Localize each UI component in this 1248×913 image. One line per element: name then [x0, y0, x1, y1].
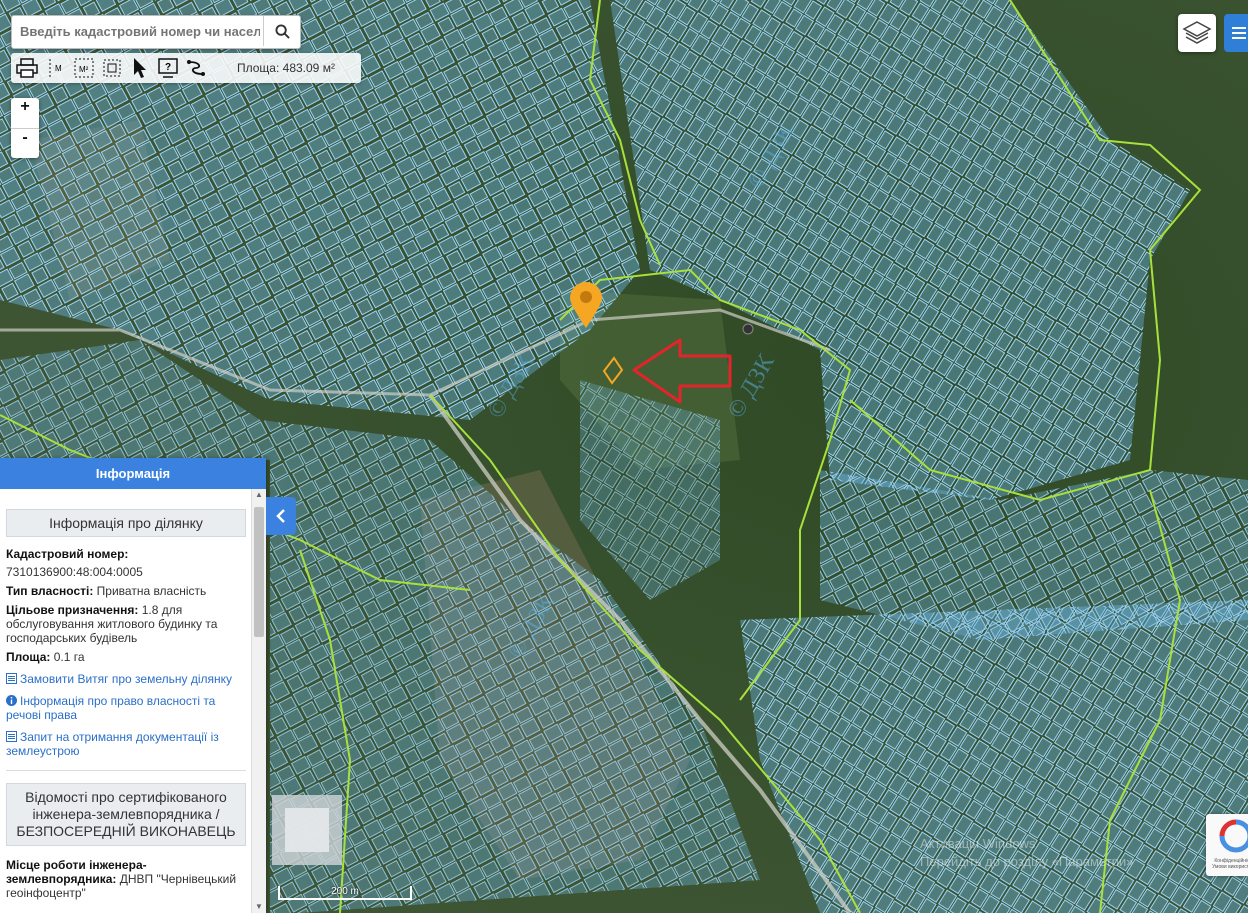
route-icon [187, 60, 205, 76]
measure-line-button[interactable]: M [43, 55, 69, 81]
pointer-button[interactable] [127, 55, 153, 81]
area-output: Площа: 483.09 м² [237, 61, 335, 75]
ownership-value: Приватна власність [96, 584, 207, 598]
select-area-button[interactable] [99, 55, 125, 81]
svg-text:?: ? [165, 62, 171, 73]
search-button[interactable] [263, 16, 300, 46]
menu-button[interactable] [1224, 14, 1248, 52]
recaptcha-icon [1219, 819, 1248, 853]
divider [6, 770, 246, 771]
search-box [11, 15, 301, 49]
scroll-thumb[interactable] [254, 507, 264, 637]
area-field: Площа: 0.1 га [6, 650, 246, 664]
area-label: Площа: [6, 650, 51, 664]
document-icon [6, 731, 17, 742]
layers-icon [1182, 21, 1212, 44]
print-button[interactable] [14, 55, 40, 81]
pointer-icon [134, 58, 146, 78]
help-icon: ? [158, 58, 178, 78]
cadastral-value: 7310136900:48:004:0005 [6, 565, 143, 579]
ownership-field: Тип власності: Приватна власність [6, 584, 246, 598]
recaptcha-badge[interactable]: Конфіденційність - Умови використання [1206, 814, 1248, 876]
measure-line-icon: M [49, 59, 62, 77]
ownership-label: Тип власності: [6, 584, 94, 598]
purpose-field: Цільове призначення: 1.8 для обслуговува… [6, 603, 246, 645]
search-input[interactable] [12, 16, 268, 46]
measure-area-button[interactable]: M² [71, 55, 97, 81]
collapse-panel-button[interactable] [266, 497, 296, 535]
menu-icon [1232, 27, 1246, 39]
print-icon [16, 58, 38, 78]
measure-area-icon: M² [74, 58, 94, 78]
layers-button[interactable] [1178, 14, 1216, 52]
watermark-line2: Перейдіть до розділу «Параметри» [920, 854, 1134, 869]
engineer-workplace-field: Місце роботи інженера-землевпорядника: Д… [6, 858, 246, 900]
search-icon [274, 23, 290, 39]
help-button[interactable]: ? [155, 55, 181, 81]
documentation-request-label: Запит на отримання документації із земле… [6, 730, 219, 758]
info-icon [6, 695, 17, 706]
info-panel: Інформація Інформація про ділянку Кадаст… [0, 458, 266, 913]
route-button[interactable] [183, 55, 209, 81]
document-icon [6, 673, 17, 684]
ownership-info-link[interactable]: Інформація про право власності та речові… [6, 694, 246, 722]
svg-text:M²: M² [79, 65, 89, 74]
ownership-info-label: Інформація про право власності та речові… [6, 694, 216, 722]
watermark-line1: Активація Windows [920, 836, 1036, 851]
svg-text:M: M [55, 64, 62, 73]
scroll-down-icon[interactable]: ▼ [252, 901, 266, 913]
zoom-control: + - [11, 98, 39, 158]
recaptcha-text: Конфіденційність - Умови використання [1212, 858, 1248, 870]
scale-bar: 200 m [278, 886, 412, 900]
area-value: 0.1 га [53, 650, 85, 664]
scroll-up-icon[interactable]: ▲ [252, 489, 266, 501]
panel-header: Інформація [0, 458, 266, 489]
zoom-in-button[interactable]: + [11, 98, 39, 128]
cadastral-field: Кадастровий номер: 7310136900:48:004:000… [6, 547, 246, 579]
map-toolbar: M M² ? Площа: 483.09 м² [11, 53, 361, 83]
order-extract-label: Замовити Витяг про земельну ділянку [20, 672, 233, 686]
purpose-label: Цільове призначення: [6, 603, 139, 617]
panel-scrollbar[interactable]: ▲ ▼ [251, 489, 266, 913]
engineer-section-title: Відомості про сертифікованого інженера-з… [6, 783, 246, 846]
parcel-section-title: Інформація про ділянку [6, 509, 246, 537]
cadastral-label: Кадастровий номер: [6, 547, 129, 561]
windows-activation-watermark: Активація Windows Перейдіть до розділу «… [920, 835, 1133, 871]
zoom-out-button[interactable]: - [11, 128, 39, 159]
select-area-icon [103, 59, 121, 77]
chevron-left-icon [276, 509, 285, 523]
order-extract-link[interactable]: Замовити Витяг про земельну ділянку [6, 672, 246, 686]
map-point [742, 323, 754, 335]
documentation-request-link[interactable]: Запит на отримання документації із земле… [6, 730, 246, 758]
